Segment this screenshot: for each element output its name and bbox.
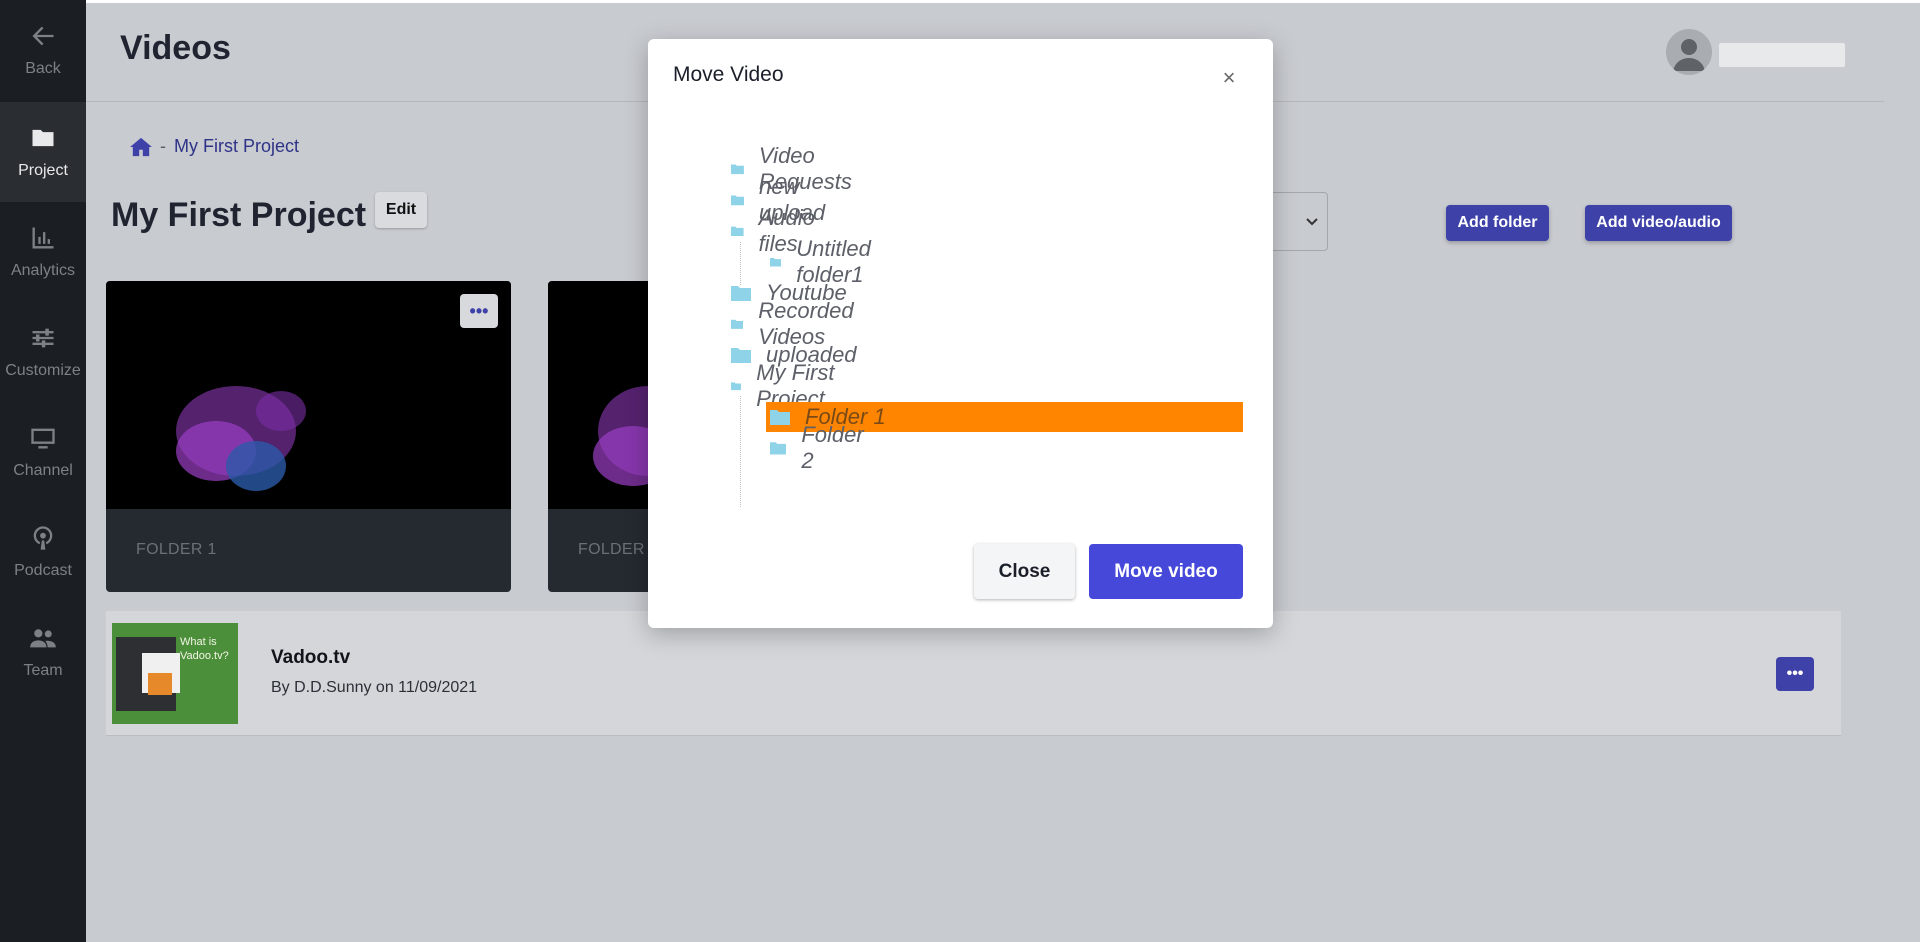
sidebar: Back Project Analytics Customize Channel… bbox=[0, 0, 86, 942]
sidebar-item-label: Podcast bbox=[14, 562, 72, 579]
users-icon bbox=[30, 629, 56, 648]
tree-node[interactable]: Recorded Videos bbox=[731, 298, 861, 349]
breadcrumb: - My First Project bbox=[130, 136, 299, 157]
video-title[interactable]: Vadoo.tv bbox=[271, 647, 350, 669]
folder-icon bbox=[731, 164, 744, 175]
user-icon bbox=[1673, 39, 1705, 71]
folder-icon bbox=[32, 129, 54, 147]
breadcrumb-separator: - bbox=[160, 136, 166, 156]
sidebar-item-label: Customize bbox=[5, 362, 81, 379]
sidebar-item-analytics[interactable]: Analytics bbox=[0, 202, 86, 302]
folder-icon bbox=[731, 195, 744, 206]
sidebar-item-customize[interactable]: Customize bbox=[0, 302, 86, 402]
close-icon[interactable]: × bbox=[1218, 65, 1240, 90]
close-button[interactable]: Close bbox=[974, 544, 1075, 599]
sliders-icon bbox=[32, 328, 54, 348]
project-title: My First Project bbox=[111, 196, 367, 234]
video-meta: By D.D.Sunny on 11/09/2021 bbox=[271, 679, 478, 696]
sidebar-item-team[interactable]: Team bbox=[0, 602, 86, 702]
sidebar-item-label: Analytics bbox=[10, 262, 76, 279]
chevron-down-icon bbox=[1306, 218, 1318, 226]
folder-icon bbox=[770, 410, 790, 425]
avatar[interactable] bbox=[1666, 29, 1712, 75]
move-video-dialog: Move Video × Video Requests new upload A… bbox=[648, 39, 1273, 628]
user-name[interactable] bbox=[1719, 43, 1845, 67]
tree-node[interactable]: Untitled folder1 bbox=[770, 236, 880, 287]
tree-node[interactable]: My First Project bbox=[731, 360, 834, 411]
monitor-icon bbox=[31, 428, 55, 449]
folder-icon bbox=[770, 258, 782, 267]
sidebar-item-label: Channel bbox=[13, 462, 73, 479]
edit-button[interactable]: Edit bbox=[375, 192, 427, 228]
video-thumbnail[interactable]: What is Vadoo.tv? bbox=[112, 623, 238, 724]
home-icon[interactable] bbox=[130, 137, 152, 157]
add-folder-button[interactable]: Add folder bbox=[1446, 205, 1549, 241]
folder-icon bbox=[731, 348, 751, 363]
sidebar-item-back[interactable]: Back bbox=[0, 0, 86, 100]
arrow-left-icon bbox=[32, 26, 54, 46]
tree-guide bbox=[740, 396, 741, 507]
folder-icon bbox=[731, 226, 744, 237]
folder-icon bbox=[770, 442, 787, 455]
folder-name: FOLDER 1 bbox=[136, 541, 217, 558]
folder-icon bbox=[731, 286, 751, 301]
sidebar-item-label: Project bbox=[18, 162, 68, 179]
folder-more-button[interactable]: ••• bbox=[460, 294, 498, 328]
folder-icon bbox=[731, 319, 744, 329]
folder-icon bbox=[731, 382, 742, 391]
video-list-item[interactable]: What is Vadoo.tv? Vadoo.tv By D.D.Sunny … bbox=[106, 611, 1841, 736]
podcast-icon bbox=[33, 526, 53, 550]
dialog-title: Move Video bbox=[673, 63, 784, 86]
sidebar-item-label: Back bbox=[25, 60, 61, 77]
folder-thumbnail bbox=[106, 281, 511, 509]
sidebar-item-label: Team bbox=[23, 662, 63, 679]
move-video-button[interactable]: Move video bbox=[1089, 544, 1243, 599]
page-title: Videos bbox=[120, 29, 231, 67]
bar-chart-icon bbox=[32, 227, 54, 249]
tree-node[interactable]: Folder 2 bbox=[770, 422, 867, 473]
sidebar-item-project[interactable]: Project bbox=[0, 102, 86, 202]
video-more-button[interactable]: ••• bbox=[1776, 657, 1814, 691]
folder-card[interactable]: ••• FOLDER 1 bbox=[106, 281, 511, 592]
add-video-button[interactable]: Add video/audio bbox=[1585, 205, 1732, 241]
video-thumbnail-text: What is Vadoo.tv? bbox=[180, 636, 229, 662]
folder-name: FOLDER 2 bbox=[578, 541, 659, 558]
breadcrumb-current[interactable]: My First Project bbox=[174, 136, 299, 157]
sidebar-item-podcast[interactable]: Podcast bbox=[0, 502, 86, 602]
sidebar-item-channel[interactable]: Channel bbox=[0, 402, 86, 502]
